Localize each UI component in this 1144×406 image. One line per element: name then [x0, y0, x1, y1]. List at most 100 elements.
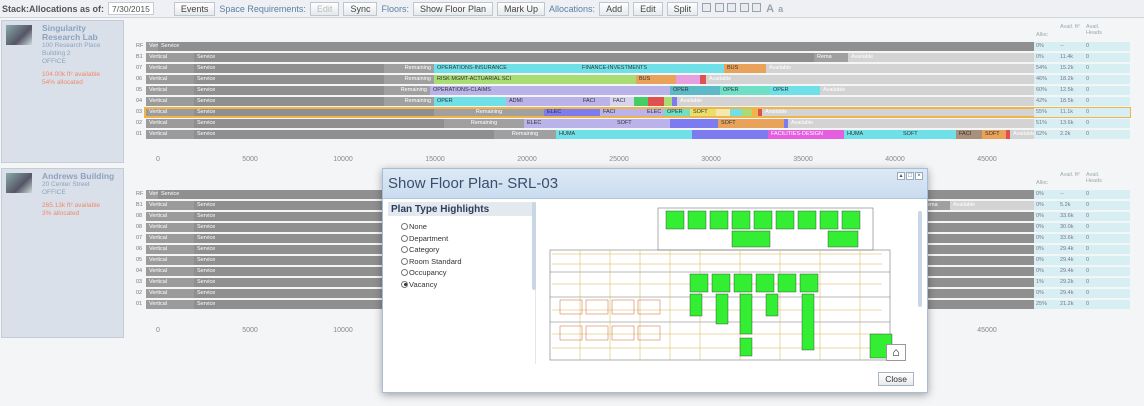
vertical-segment[interactable]: Vertical — [146, 256, 194, 265]
dept-segment[interactable] — [676, 75, 700, 84]
events-button[interactable]: Events — [173, 1, 216, 16]
remaining-segment[interactable]: Remaining — [384, 86, 430, 95]
sync-button[interactable]: Sync — [343, 1, 378, 16]
vertical-segment[interactable]: Vertical — [146, 278, 194, 287]
available-segment[interactable]: Available — [788, 119, 1056, 128]
plan-type-option[interactable]: Room Standard — [401, 256, 535, 268]
maximize-icon[interactable]: □ — [906, 172, 914, 180]
vertical-segment[interactable]: Vertical — [146, 267, 194, 276]
floor-row[interactable]: 04 Vertical Service Remaining OPER ADMI … — [136, 97, 1056, 106]
service-segment[interactable]: Service — [194, 119, 444, 128]
remaining-segment[interactable]: Remaining — [384, 75, 434, 84]
available-segment[interactable]: Available — [848, 53, 1056, 62]
plan-scrollbar[interactable] — [918, 211, 922, 307]
floor-row[interactable]: 02 Vertical Service Remaining ELEC SOFT … — [136, 119, 1056, 128]
space-req-edit-button[interactable]: Edit — [309, 1, 340, 16]
dept-soft[interactable]: SOFT — [718, 119, 784, 128]
vertical-segment[interactable]: Vertical — [146, 64, 194, 73]
vertical-segment[interactable]: Vertical — [146, 97, 194, 106]
plan-type-option[interactable]: Vacancy — [401, 279, 535, 291]
floor-row[interactable]: B1 Vertical Service Rema Available — [136, 53, 1056, 62]
dept-huma[interactable]: HUMA — [844, 130, 900, 139]
floor-row[interactable]: 01 Vertical Service Remaining HUMA FACIL… — [136, 130, 1056, 139]
remaining-segment[interactable]: Rema — [814, 53, 848, 62]
font-increase-icon[interactable]: A — [766, 3, 774, 15]
vertical-segment[interactable]: Vertical — [146, 289, 194, 298]
dept-segment[interactable] — [664, 97, 672, 106]
radio-button[interactable] — [401, 246, 408, 254]
dept-faci[interactable]: FACI — [580, 97, 610, 106]
vertical-segment[interactable]: Vertical — [146, 201, 194, 210]
building-panel-andrews[interactable]: Andrews Building 20 Center Street OFFICE… — [1, 168, 124, 338]
split-view-icon[interactable] — [739, 3, 749, 12]
available-segment[interactable]: Available — [706, 75, 1056, 84]
dept-finance-investments[interactable]: FINANCE-INVESTMENTS — [579, 64, 724, 73]
service-segment[interactable]: Service — [158, 42, 1056, 51]
column-view-icon[interactable] — [752, 3, 762, 12]
service-segment[interactable]: Service — [194, 130, 494, 139]
dept-segment[interactable] — [670, 119, 718, 128]
stack-view-icon[interactable] — [727, 3, 737, 12]
floor-plan-view[interactable] — [540, 202, 925, 365]
vertical-segment[interactable]: Vertical — [146, 75, 194, 84]
plan-type-option[interactable]: Occupancy — [401, 267, 535, 279]
add-button[interactable]: Add — [599, 1, 630, 16]
available-segment[interactable]: Available — [766, 64, 1056, 73]
dept-faci[interactable]: FACI — [956, 130, 982, 139]
remaining-segment[interactable]: Remaining — [384, 97, 434, 106]
mark-up-button[interactable]: Mark Up — [497, 1, 546, 16]
allocations-edit-button[interactable]: Edit — [633, 1, 663, 16]
vertical-segment[interactable]: Vertical — [146, 53, 194, 62]
list-view-icon[interactable] — [714, 3, 724, 12]
dept-risk-mgmt[interactable]: RISK MGMT-ACTUARIAL SCI — [434, 75, 636, 84]
service-segment[interactable]: Service — [194, 53, 814, 62]
remaining-segment[interactable]: Remaining — [444, 119, 524, 128]
show-floor-plan-button[interactable]: Show Floor Plan — [412, 1, 494, 16]
vertical-segment[interactable]: Vertical — [146, 245, 194, 254]
dept-operations-insurance[interactable]: OPERATIONS-INSURANCE — [434, 64, 579, 73]
home-icon[interactable]: ⌂ — [886, 344, 906, 361]
split-button[interactable]: Split — [666, 1, 699, 16]
vertical-segment[interactable]: Vertical — [146, 212, 194, 221]
vertical-segment[interactable]: Vertical — [146, 119, 194, 128]
dept-segment[interactable] — [648, 97, 664, 106]
dept-segment[interactable] — [634, 97, 648, 106]
dept-faci[interactable]: FACI — [610, 97, 634, 106]
radio-button[interactable] — [401, 269, 408, 277]
dept-bus[interactable]: BUS — [724, 64, 766, 73]
service-segment[interactable]: Service — [194, 75, 384, 84]
floor-row[interactable]: 05 Vertical Service Remaining OPERATIONS… — [136, 86, 1056, 95]
dept-oper[interactable]: OPER — [770, 86, 820, 95]
building-panel-srl[interactable]: Singularity Research Lab 100 Research Pl… — [1, 20, 124, 163]
dept-soft[interactable]: SOFT — [982, 130, 1006, 139]
plan-type-option[interactable]: None — [401, 221, 535, 233]
vertical-segment[interactable]: Vertical — [146, 190, 158, 199]
vertical-segment[interactable]: Vertical — [146, 130, 194, 139]
dept-facilities-design[interactable]: FACILITIES-DESIGN — [768, 130, 844, 139]
dept-soft[interactable]: SOFT — [900, 130, 956, 139]
available-segment[interactable]: Available — [820, 86, 1056, 95]
service-segment[interactable]: Service — [194, 64, 384, 73]
dept-elec[interactable]: ELEC — [524, 119, 614, 128]
service-segment[interactable]: Service — [194, 86, 384, 95]
dept-segment[interactable] — [692, 130, 768, 139]
vertical-segment[interactable]: Vertical — [146, 234, 194, 243]
grid-view-icon[interactable] — [702, 3, 712, 12]
vertical-segment[interactable]: Vertical — [146, 42, 158, 51]
font-decrease-icon[interactable]: a — [778, 4, 783, 14]
plan-type-option[interactable]: Category — [401, 244, 535, 256]
vertical-segment[interactable]: Vertical — [146, 300, 194, 309]
plan-type-option[interactable]: Department — [401, 233, 535, 245]
date-input[interactable]: 7/30/2015 — [108, 2, 154, 15]
dept-operations-claims[interactable]: OPERATIONS-CLAIMS — [430, 86, 670, 95]
radio-button[interactable] — [401, 257, 408, 265]
close-button[interactable]: Close — [878, 372, 914, 386]
remaining-segment[interactable]: Remaining — [384, 64, 434, 73]
dept-soft[interactable]: SOFT — [614, 119, 670, 128]
dept-huma[interactable]: HUMA — [556, 130, 692, 139]
remaining-segment[interactable]: Remaining — [494, 130, 556, 139]
vertical-segment[interactable]: Vertical — [146, 223, 194, 232]
floor-row[interactable]: 07 Vertical Service Remaining OPERATIONS… — [136, 64, 1056, 73]
vertical-segment[interactable]: Vertical — [146, 86, 194, 95]
available-segment[interactable]: Available — [677, 97, 1046, 106]
